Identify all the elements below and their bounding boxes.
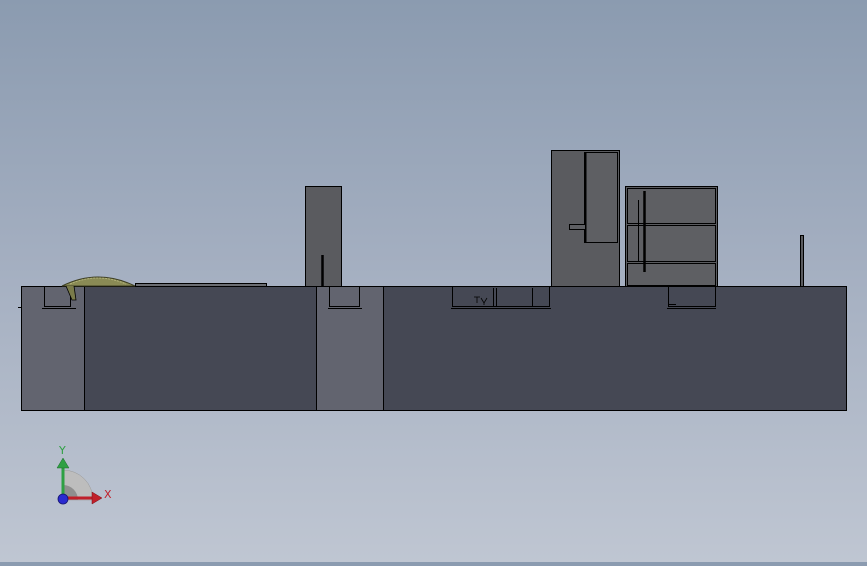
axis-triad: Y X — [56, 444, 112, 505]
model-view[interactable] — [0, 0, 867, 562]
x-axis-label: X — [104, 488, 112, 501]
base-main-left — [84, 286, 317, 411]
tall-cabinet[interactable] — [551, 150, 620, 287]
shelf-unit[interactable] — [625, 186, 718, 287]
column-component[interactable] — [305, 186, 342, 287]
cad-viewport[interactable]: Y X — [0, 0, 867, 562]
thin-plate — [135, 283, 267, 287]
z-axis-icon — [57, 493, 69, 505]
thin-post — [800, 235, 804, 287]
base-block[interactable] — [21, 286, 847, 411]
y-axis-label: Y — [58, 444, 66, 457]
base-left-end — [21, 286, 85, 411]
base-middle-section — [316, 286, 384, 411]
